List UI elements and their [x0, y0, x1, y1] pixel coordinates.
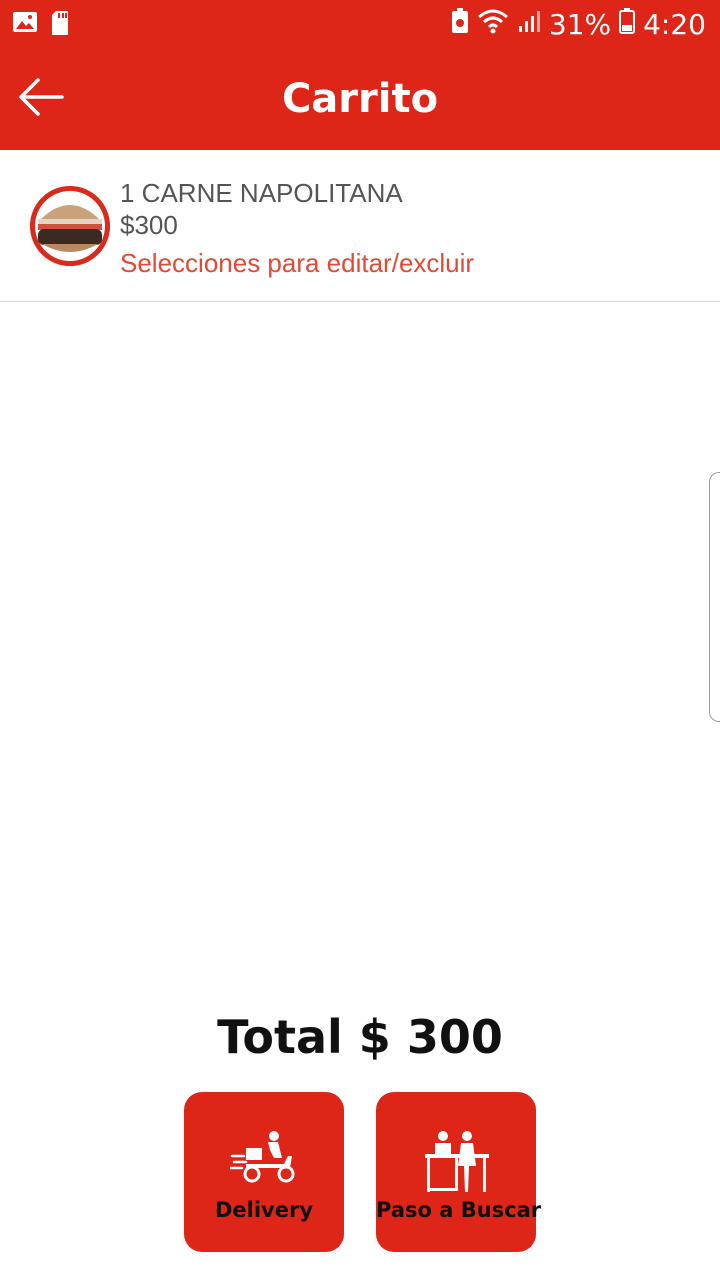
battery-icon [619, 7, 636, 41]
order-total: Total $ 300 [217, 1010, 503, 1064]
burger-thumbnail [30, 186, 110, 266]
edit-remove-link[interactable]: Selecciones para editar/excluir [120, 248, 474, 279]
signal-icon [517, 8, 541, 41]
delivery-label: Delivery [214, 1198, 314, 1222]
image-icon [12, 10, 38, 41]
item-name: 1 CARNE NAPOLITANA [120, 178, 403, 208]
pickup-button[interactable]: Paso a Buscar [376, 1092, 542, 1252]
status-bar: 31% 4:20 [0, 0, 720, 48]
side-scroll-handle[interactable] [709, 472, 720, 722]
delivery-button[interactable]: Delivery [184, 1092, 344, 1252]
clock: 4:20 [643, 7, 706, 41]
page-title: Carrito [281, 76, 439, 122]
scooter-icon [228, 1130, 298, 1189]
item-price: $300 [120, 210, 178, 240]
app-bar: Carrito [0, 48, 720, 150]
wifi-icon [477, 8, 509, 41]
battery-percent: 31% [548, 7, 612, 41]
counter-icon [423, 1130, 489, 1199]
pickup-label: Paso a Buscar [376, 1198, 542, 1222]
sd-card-icon [50, 10, 70, 41]
battery-saver-icon [451, 7, 469, 41]
cart-item[interactable]: 1 CARNE NAPOLITANA $300 Selecciones para… [0, 150, 720, 302]
